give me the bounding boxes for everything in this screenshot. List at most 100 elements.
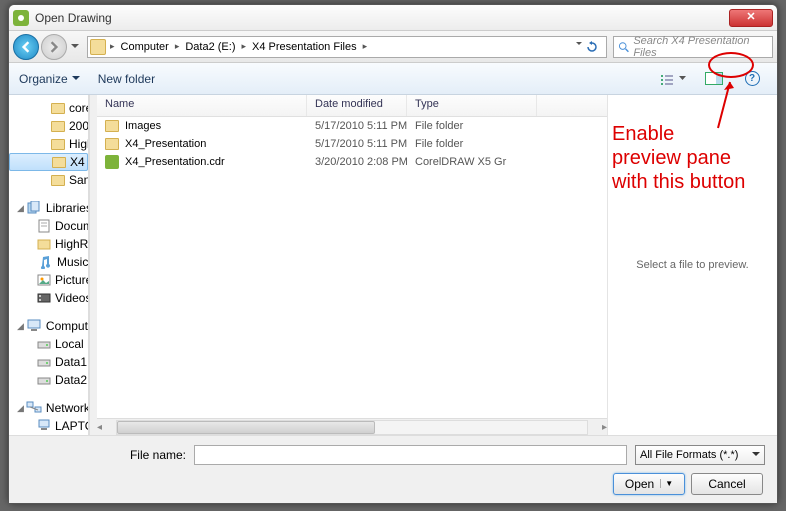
computer-icon xyxy=(26,319,42,333)
tree-scrollbar[interactable] xyxy=(89,95,97,435)
help-icon: ? xyxy=(745,71,760,86)
back-button[interactable] xyxy=(13,34,39,60)
file-date: 3/20/2010 2:08 PM xyxy=(307,156,407,168)
preview-pane-icon xyxy=(705,72,723,85)
tree-item[interactable]: Data2 (E:) xyxy=(9,371,88,389)
tree-item[interactable]: Documents xyxy=(9,217,88,235)
dialog-footer: File name: All File Formats (*.*) Open ▼… xyxy=(9,435,777,503)
folder-icon xyxy=(90,39,106,55)
toolbar: Organize New folder ? xyxy=(9,63,777,95)
music-icon xyxy=(38,255,52,269)
preview-pane-toggle[interactable] xyxy=(699,68,729,90)
close-button[interactable]: ✕ xyxy=(729,9,773,27)
tree-libraries[interactable]: ◢Libraries xyxy=(9,199,88,217)
tree-item[interactable]: Music xyxy=(9,253,88,271)
tree-item[interactable]: Pictures xyxy=(9,271,88,289)
arrow-left-icon xyxy=(20,41,32,53)
search-input[interactable]: Search X4 Presentation Files xyxy=(613,36,773,58)
new-folder-button[interactable]: New folder xyxy=(98,72,155,86)
chevron-down-icon: ▼ xyxy=(660,479,673,488)
drive-icon xyxy=(37,373,51,387)
titlebar: Open Drawing ✕ xyxy=(9,5,777,31)
file-rows: Images5/17/2010 5:11 PMFile folderX4_Pre… xyxy=(97,117,607,418)
file-row[interactable]: X4_Presentation.cdr3/20/2010 2:08 PMCore… xyxy=(97,153,607,171)
column-type[interactable]: Type xyxy=(407,95,537,116)
documents-icon xyxy=(37,219,51,233)
file-filter-dropdown[interactable]: All File Formats (*.*) xyxy=(635,445,765,465)
tree-network[interactable]: ◢Network xyxy=(9,399,88,417)
expand-icon[interactable]: ◢ xyxy=(17,321,24,332)
file-name: Images xyxy=(97,120,307,132)
tree-item[interactable]: LAPTOP xyxy=(9,417,88,435)
videos-icon xyxy=(37,291,51,305)
file-list: Name Date modified Type Images5/17/2010 … xyxy=(97,95,607,435)
preview-pane: Select a file to preview. xyxy=(607,95,777,435)
breadcrumb-seg[interactable]: X4 Presentation Files xyxy=(248,41,361,53)
breadcrumb-seg[interactable]: Data2 (E:) xyxy=(181,41,239,53)
file-date: 5/17/2010 5:11 PM xyxy=(307,120,407,132)
open-button[interactable]: Open ▼ xyxy=(613,473,685,495)
file-type: File folder xyxy=(407,138,607,150)
search-placeholder: Search X4 Presentation Files xyxy=(633,35,768,59)
file-date: 5/17/2010 5:11 PM xyxy=(307,138,407,150)
view-options-button[interactable] xyxy=(655,68,691,90)
tree-item[interactable]: 2009 xyxy=(9,117,88,135)
expand-icon[interactable]: ◢ xyxy=(17,403,24,414)
refresh-icon[interactable] xyxy=(586,41,598,53)
pictures-icon xyxy=(37,273,51,287)
open-dialog: Open Drawing ✕ ▸ Computer ▸ Data2 (E:) ▸… xyxy=(8,4,778,504)
file-name: X4_Presentation.cdr xyxy=(97,155,307,169)
chevron-down-icon xyxy=(679,76,686,81)
folder-icon xyxy=(37,237,51,251)
chevron-right-icon: ▸ xyxy=(108,41,117,52)
file-type: CorelDRAW X5 Gr xyxy=(407,156,607,168)
filename-input[interactable] xyxy=(194,445,627,465)
computer-icon xyxy=(37,419,51,433)
breadcrumb[interactable]: ▸ Computer ▸ Data2 (E:) ▸ X4 Presentatio… xyxy=(87,36,607,58)
folder-tree[interactable]: corelinsight 2009 HighResPhotos X4 Prese… xyxy=(9,95,89,435)
drive-icon xyxy=(37,355,51,369)
cdr-file-icon xyxy=(105,155,119,169)
expand-icon[interactable]: ◢ xyxy=(17,203,24,214)
app-icon xyxy=(13,10,29,26)
chevron-right-icon: ▸ xyxy=(361,41,370,52)
chevron-right-icon: ▸ xyxy=(173,41,182,52)
tree-item[interactable]: HighResPhotos xyxy=(9,135,88,153)
help-button[interactable]: ? xyxy=(737,68,767,90)
tree-item[interactable]: Data1 (D:) xyxy=(9,353,88,371)
search-icon xyxy=(618,41,629,53)
forward-button[interactable] xyxy=(41,34,67,60)
dialog-body: corelinsight 2009 HighResPhotos X4 Prese… xyxy=(9,95,777,435)
filename-label: File name: xyxy=(21,448,186,462)
window-title: Open Drawing xyxy=(35,11,729,25)
chevron-down-icon xyxy=(71,44,79,49)
libraries-icon xyxy=(26,201,42,215)
tree-item[interactable]: corelinsight xyxy=(9,99,88,117)
history-dropdown[interactable] xyxy=(69,34,81,60)
file-name: X4_Presentation xyxy=(97,138,307,150)
chevron-down-icon xyxy=(72,76,80,81)
horizontal-scrollbar[interactable]: ◂▸ xyxy=(97,418,607,435)
tree-item[interactable]: HighResPhotos xyxy=(9,235,88,253)
column-date[interactable]: Date modified xyxy=(307,95,407,116)
column-headers: Name Date modified Type xyxy=(97,95,607,117)
folder-icon xyxy=(105,120,119,132)
tree-computer[interactable]: ◢Computer xyxy=(9,317,88,335)
breadcrumb-seg[interactable]: Computer xyxy=(117,41,173,53)
chevron-right-icon: ▸ xyxy=(240,41,249,52)
column-name[interactable]: Name xyxy=(97,95,307,116)
cancel-button[interactable]: Cancel xyxy=(691,473,763,495)
file-row[interactable]: Images5/17/2010 5:11 PMFile folder xyxy=(97,117,607,135)
organize-menu[interactable]: Organize xyxy=(19,72,80,86)
tree-item[interactable]: Sanjay xyxy=(9,171,88,189)
chevron-down-icon xyxy=(752,452,760,457)
nav-bar: ▸ Computer ▸ Data2 (E:) ▸ X4 Presentatio… xyxy=(9,31,777,63)
file-row[interactable]: X4_Presentation5/17/2010 5:11 PMFile fol… xyxy=(97,135,607,153)
arrow-right-icon xyxy=(48,41,60,53)
tree-item[interactable]: Local Disk (C:) xyxy=(9,335,88,353)
preview-message: Select a file to preview. xyxy=(636,259,749,271)
chevron-down-icon[interactable] xyxy=(576,41,582,47)
file-pane: Name Date modified Type Images5/17/2010 … xyxy=(97,95,777,435)
tree-item-selected[interactable]: X4 Presentation Files xyxy=(9,153,88,171)
tree-item[interactable]: Videos xyxy=(9,289,88,307)
